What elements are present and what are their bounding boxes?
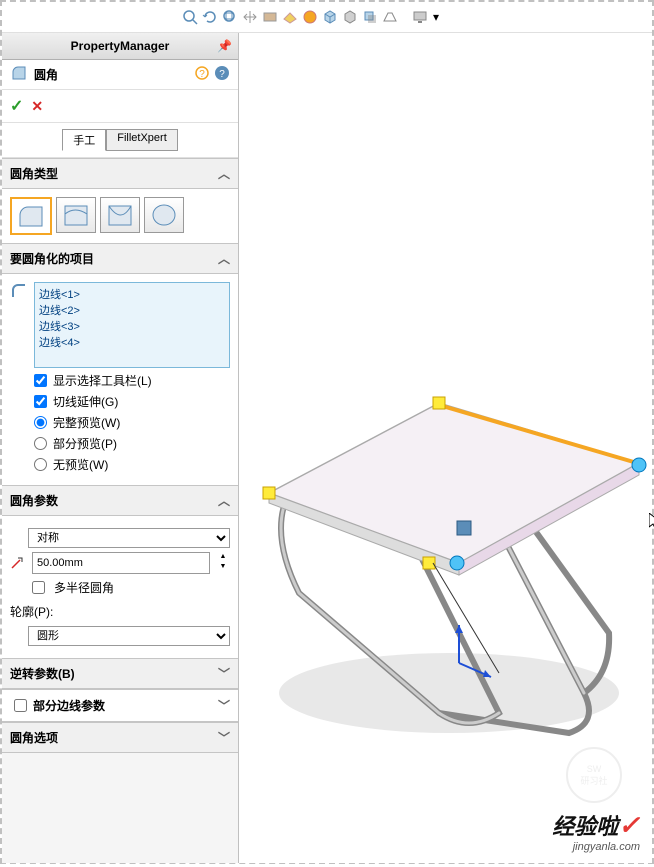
zoom-fit-icon[interactable] <box>222 9 238 25</box>
display-cube-icon[interactable] <box>322 9 338 25</box>
fillet-feature-icon <box>10 64 28 85</box>
site-watermark: 经验啦✓ jingyanla.com <box>552 809 640 853</box>
section-icon[interactable] <box>262 9 278 25</box>
section-partial-edge[interactable]: 部分边线参数 ﹀ <box>2 689 238 722</box>
rotate-icon[interactable] <box>202 9 218 25</box>
type-variable-icon[interactable] <box>56 197 96 233</box>
spin-up-button[interactable]: ▲ <box>216 553 230 563</box>
type-full-round-icon[interactable] <box>144 197 184 233</box>
tab-filletxpert[interactable]: FilletXpert <box>106 129 178 151</box>
chevron-up-icon: ︿ <box>218 165 230 182</box>
spin-down-button[interactable]: ▼ <box>216 563 230 573</box>
partial-preview-radio[interactable] <box>34 437 47 450</box>
panel-title: PropertyManager <box>71 39 170 53</box>
full-preview-radio[interactable] <box>34 416 47 429</box>
list-item[interactable]: 边线<4> <box>39 335 225 351</box>
perspective-icon[interactable] <box>382 9 398 25</box>
property-manager-panel: PropertyManager 📌 圆角 ? ? ✓ ✕ 手工 FilletXp… <box>2 33 239 863</box>
screen-icon[interactable] <box>412 9 428 25</box>
type-constant-icon[interactable] <box>10 197 52 235</box>
show-toolbar-checkbox[interactable] <box>34 374 47 387</box>
radius-icon <box>10 554 26 573</box>
graphics-viewport[interactable]: 半径: SW 研习社 经验啦✓ jingyanla.com <box>239 33 652 863</box>
section-params[interactable]: 圆角参数 ︿ <box>2 485 238 516</box>
partial-edge-checkbox[interactable] <box>14 699 27 712</box>
chevron-up-icon: ︿ <box>218 492 230 509</box>
type-face-icon[interactable] <box>100 197 140 233</box>
svg-text:?: ? <box>199 69 205 80</box>
chevron-down-icon: ﹀ <box>218 665 230 682</box>
radius-input[interactable] <box>32 552 210 574</box>
feature-name: 圆角 <box>34 66 58 83</box>
section-options[interactable]: 圆角选项 ﹀ <box>2 722 238 753</box>
help-bubble-icon[interactable]: ? <box>194 65 210 84</box>
section-fillet-type[interactable]: 圆角类型 ︿ <box>2 158 238 189</box>
edge-selection-list[interactable]: 边线<1> 边线<2> 边线<3> 边线<4> <box>34 282 230 368</box>
confirm-row: ✓ ✕ <box>2 90 238 123</box>
appearance-icon[interactable] <box>302 9 318 25</box>
separator <box>402 9 408 25</box>
shadow-icon[interactable] <box>362 9 378 25</box>
ok-button[interactable]: ✓ <box>10 96 23 116</box>
svg-text:?: ? <box>219 69 225 80</box>
list-item[interactable]: 边线<1> <box>39 287 225 303</box>
sw-watermark: SW 研习社 <box>566 747 622 803</box>
profile-label: 轮廓(P): <box>10 601 230 622</box>
chevron-down-icon: ﹀ <box>218 729 230 746</box>
list-item[interactable]: 边线<2> <box>39 303 225 319</box>
magnify-icon[interactable] <box>182 9 198 25</box>
tab-manual[interactable]: 手工 <box>62 129 106 151</box>
plane-icon[interactable] <box>282 9 298 25</box>
chevron-down-icon: ﹀ <box>218 697 230 714</box>
pan-icon[interactable] <box>242 9 258 25</box>
feature-header: 圆角 ? ? <box>2 60 238 90</box>
no-preview-radio[interactable] <box>34 458 47 471</box>
fillet-type-buttons <box>10 197 230 235</box>
section-reverse[interactable]: 逆转参数(B) ﹀ <box>2 658 238 689</box>
edge-selection-icon <box>10 282 28 368</box>
pin-icon[interactable]: 📌 <box>217 39 232 53</box>
help-icon[interactable]: ? <box>214 65 230 84</box>
render-cube-icon[interactable] <box>342 9 358 25</box>
panel-title-bar: PropertyManager 📌 <box>2 33 238 60</box>
chevron-up-icon: ︿ <box>218 250 230 267</box>
tangent-checkbox[interactable] <box>34 395 47 408</box>
mode-tabs: 手工 FilletXpert <box>2 123 238 158</box>
dropdown-icon[interactable]: ▾ <box>432 9 440 25</box>
profile-select[interactable]: 圆形 <box>28 626 230 646</box>
list-item[interactable]: 边线<3> <box>39 319 225 335</box>
view-toolbar: ▾ <box>2 2 652 33</box>
multi-radius-checkbox[interactable] <box>32 581 45 594</box>
cancel-button[interactable]: ✕ <box>31 98 43 115</box>
section-items[interactable]: 要圆角化的项目 ︿ <box>2 243 238 274</box>
symmetric-select[interactable]: 对称 <box>28 528 230 548</box>
model-view <box>239 33 654 867</box>
